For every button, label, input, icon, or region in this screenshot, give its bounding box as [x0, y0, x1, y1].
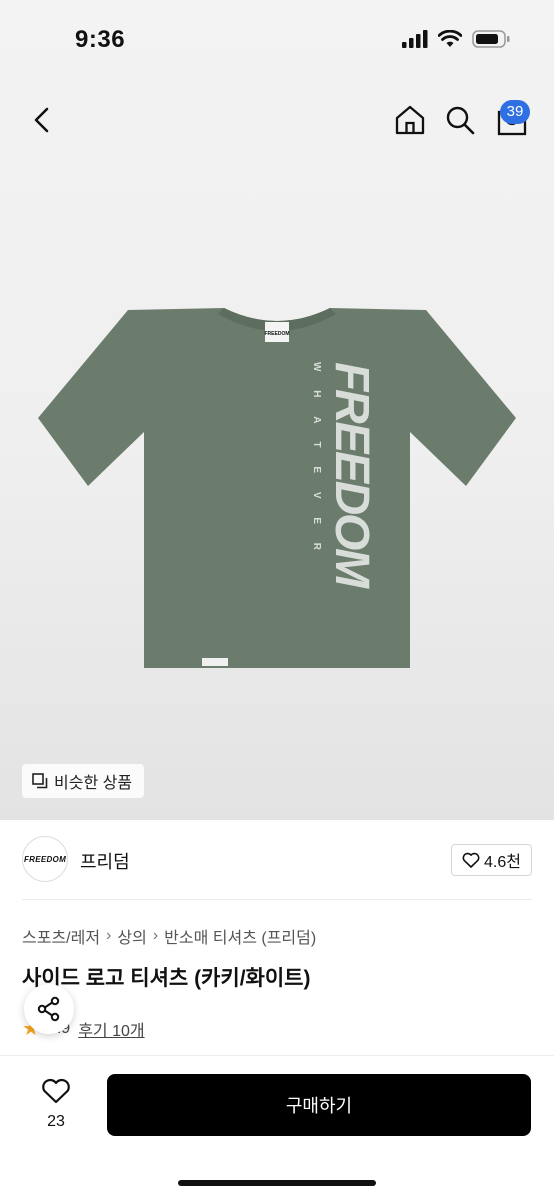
share-button[interactable]	[24, 984, 74, 1034]
copy-icon	[32, 773, 48, 789]
status-time: 9:36	[75, 26, 126, 53]
similar-products-button[interactable]: 비슷한 상품	[22, 764, 145, 798]
product-title: 사이드 로고 티셔츠 (카키/화이트)	[22, 967, 311, 990]
back-button[interactable]	[22, 100, 62, 140]
home-button[interactable]	[390, 100, 430, 140]
brand-name[interactable]: 프리덤	[80, 848, 130, 874]
home-indicator	[178, 1180, 376, 1186]
tshirt-shape	[38, 308, 516, 668]
home-icon	[395, 105, 425, 135]
buy-button[interactable]: 구매하기	[107, 1074, 531, 1136]
brand-like-count: 4.6천	[484, 854, 521, 871]
wifi-icon	[438, 30, 462, 47]
search-icon	[446, 106, 475, 135]
share-icon	[37, 996, 60, 1022]
brand-logo-text: FREEDOM	[23, 854, 67, 864]
breadcrumb-separator-icon: ›	[152, 927, 159, 944]
status-bar: 9:36	[0, 0, 554, 84]
brand-logo[interactable]: FREEDOM	[22, 836, 68, 882]
heart-icon	[462, 852, 480, 868]
breadcrumb-item[interactable]: 상의	[117, 924, 146, 948]
cart-count-badge: 39	[500, 100, 530, 124]
bottom-action-bar: 23 구매하기	[0, 1055, 554, 1200]
search-button[interactable]	[440, 100, 480, 140]
status-icons	[402, 30, 510, 48]
top-nav	[0, 92, 554, 148]
battery-icon	[472, 30, 510, 48]
wishlist-button[interactable]: 23	[30, 1078, 82, 1131]
hem-label-tag	[202, 658, 228, 666]
product-image[interactable]: FREEDOM FREEDOM WHATEVER	[36, 300, 518, 680]
breadcrumb: 스포츠/레저 › 상의 › 반소매 티셔츠 (프리덤)	[22, 924, 316, 948]
wishlist-count: 23	[47, 1113, 65, 1130]
review-count-link[interactable]: 후기 10개	[78, 1017, 144, 1041]
breadcrumb-item[interactable]: 반소매 티셔츠 (프리덤)	[164, 924, 316, 948]
print-main-text: FREEDOM	[325, 362, 378, 590]
brand-like-button[interactable]: 4.6천	[451, 844, 532, 876]
breadcrumb-item[interactable]: 스포츠/레저	[22, 924, 100, 948]
neck-label-text: FREEDOM	[265, 331, 290, 337]
heart-icon	[42, 1078, 70, 1104]
chevron-left-icon	[34, 107, 49, 133]
similar-products-label: 비슷한 상품	[54, 775, 133, 792]
divider	[22, 899, 532, 900]
cellular-signal-icon	[402, 30, 428, 48]
breadcrumb-separator-icon: ›	[106, 927, 112, 944]
brand-row: FREEDOM 프리덤 4.6천	[22, 836, 532, 886]
